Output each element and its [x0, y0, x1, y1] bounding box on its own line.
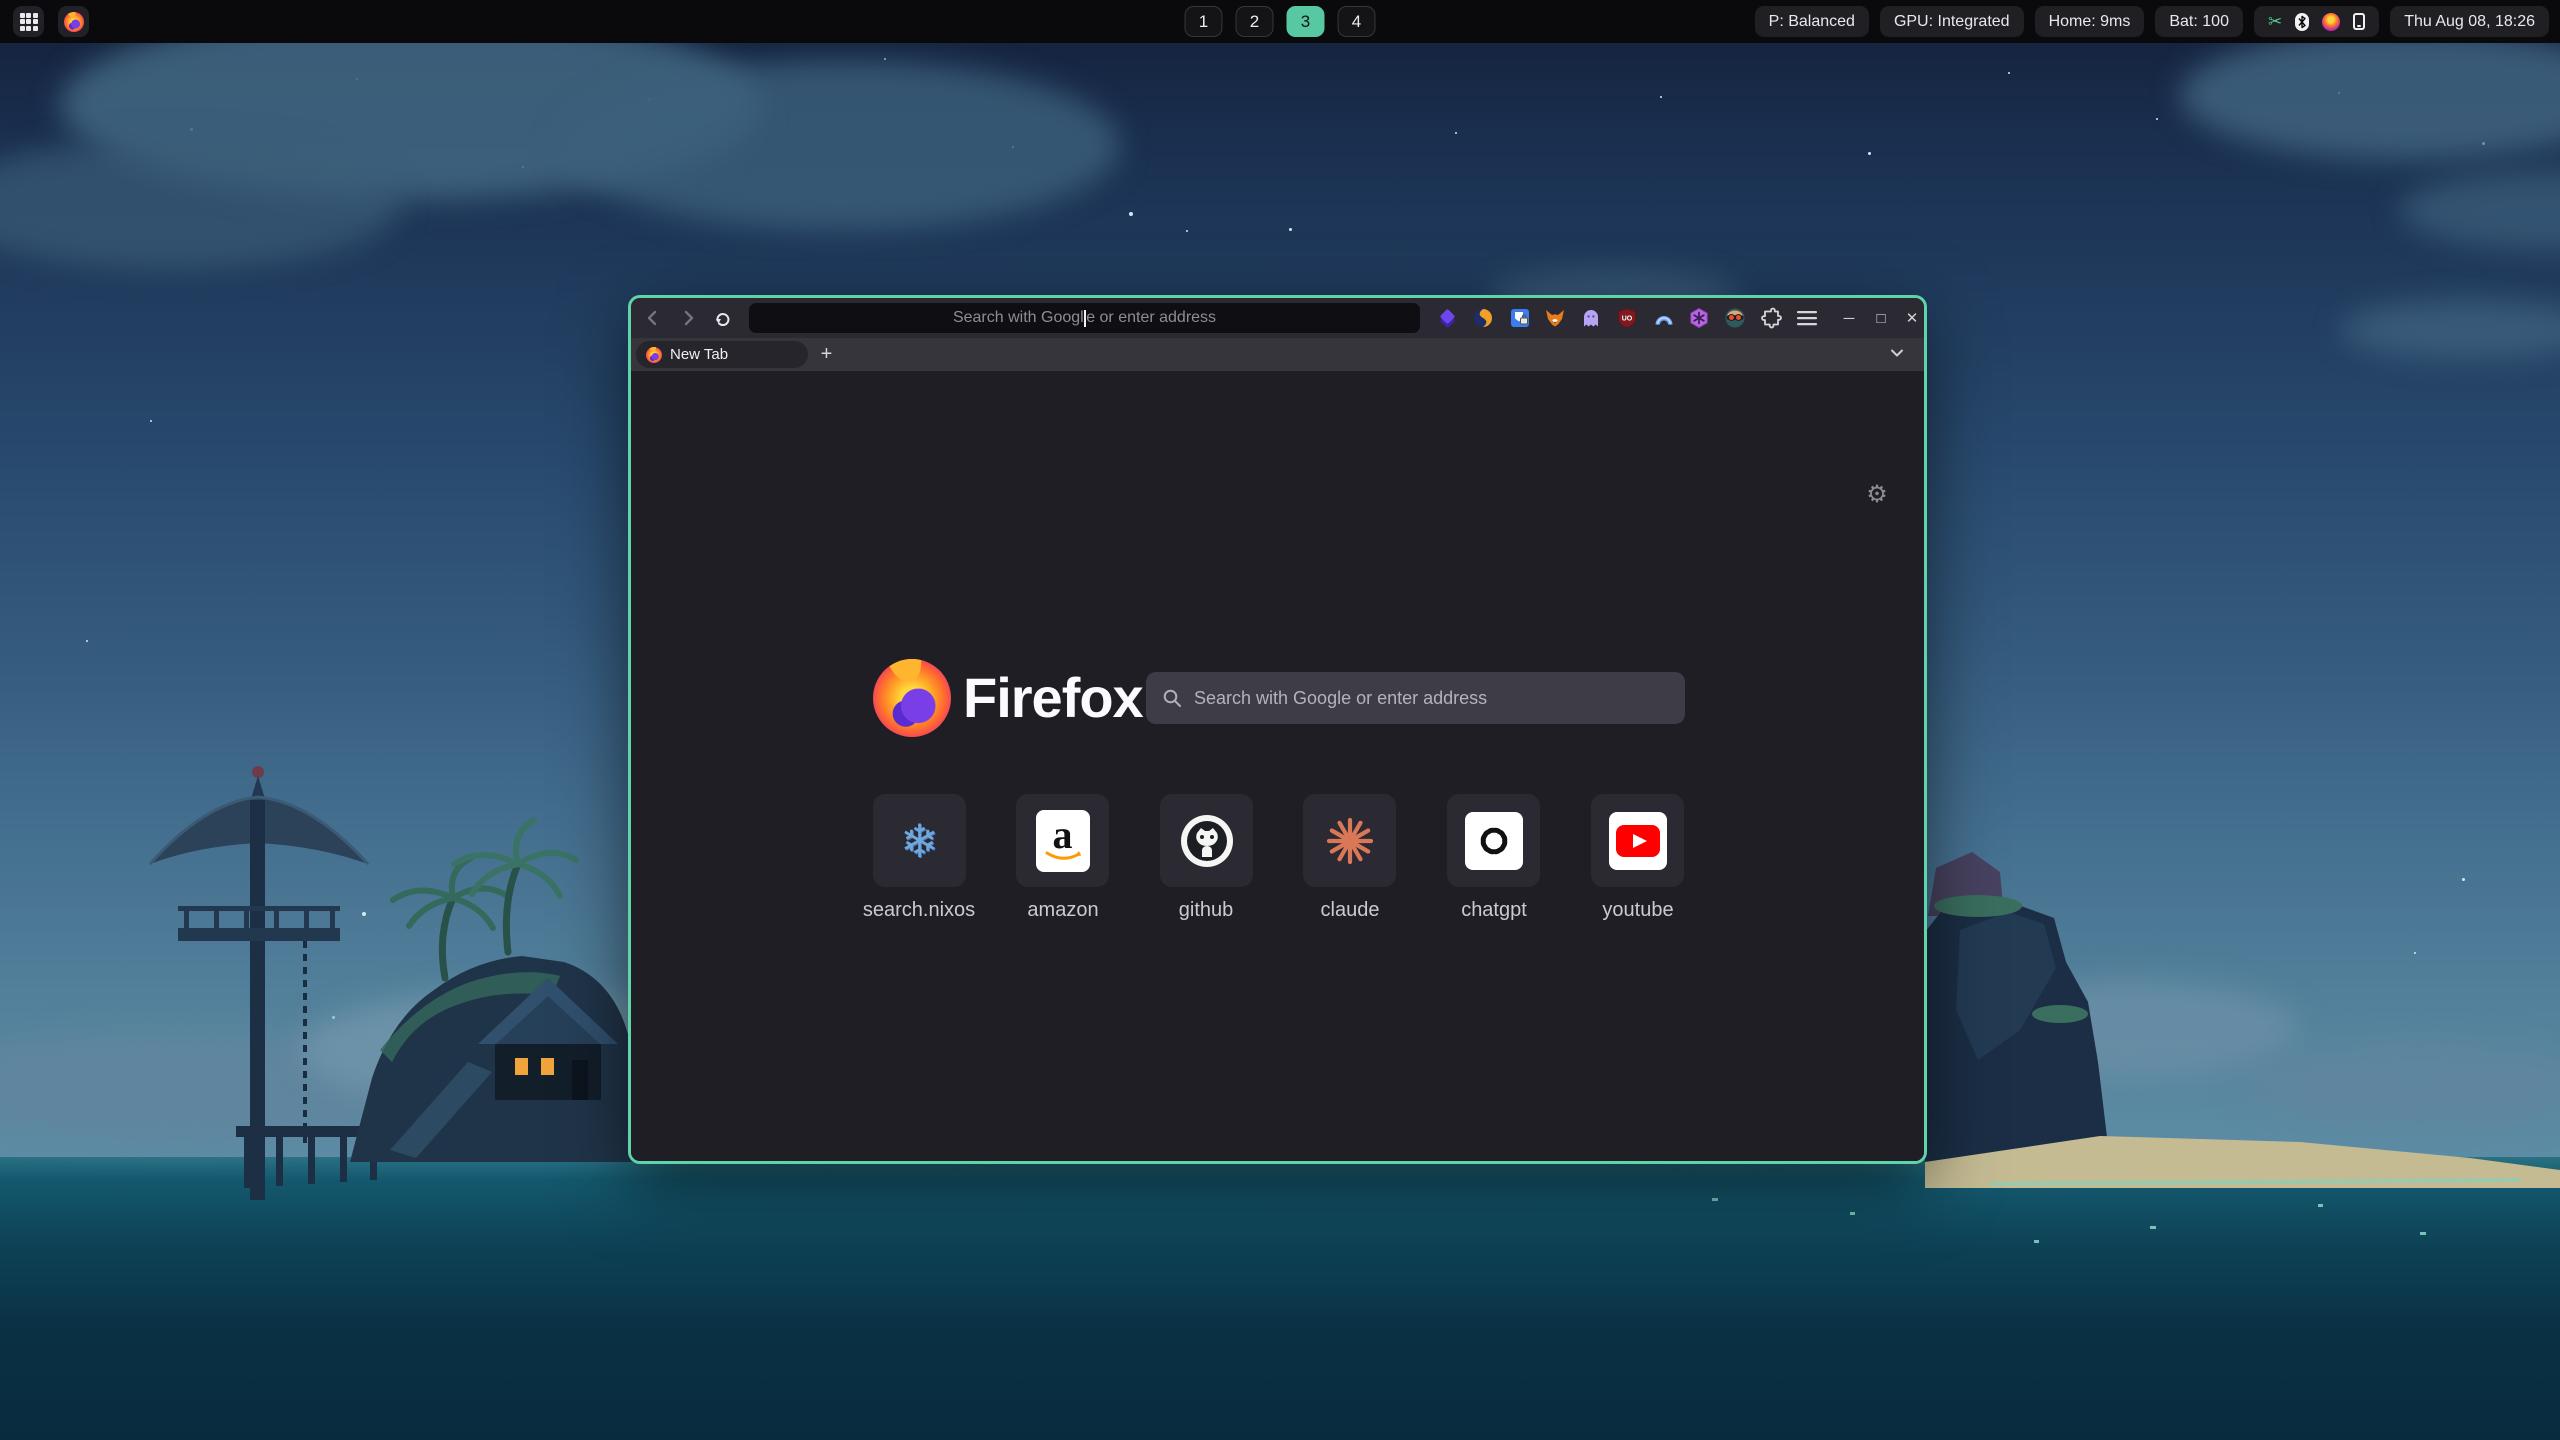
personalize-gear-icon[interactable]: ⚙: [1864, 481, 1890, 507]
amazon-logo-icon: a: [1036, 810, 1090, 872]
gpu-status[interactable]: GPU: Integrated: [1880, 6, 2024, 37]
firefox-icon: [64, 12, 84, 32]
brand-and-search-row: Firefox Search with Google or enter addr…: [631, 631, 1924, 789]
firefox-wordmark: Firefox: [963, 665, 1143, 730]
tab-new-tab[interactable]: New Tab: [636, 341, 808, 368]
puzzle-extensions-icon[interactable]: [1760, 307, 1782, 329]
close-button[interactable]: ✕: [1899, 306, 1925, 330]
apps-grid-icon: [20, 13, 38, 31]
topbar-right: P: Balanced GPU: Integrated Home: 9ms Ba…: [1755, 6, 2549, 37]
newtab-search-field[interactable]: Search with Google or enter address: [1146, 672, 1685, 724]
shortcut-youtube[interactable]: [1591, 794, 1684, 887]
shortcut-label: claude: [1275, 899, 1425, 922]
tab-bar: New Tab +: [631, 338, 1924, 371]
workspace-4-button[interactable]: 4: [1338, 6, 1376, 37]
workspace-1-button[interactable]: 1: [1185, 6, 1223, 37]
firefox-logo: [873, 659, 951, 737]
phone-icon[interactable]: [2353, 13, 2365, 30]
reload-icon[interactable]: [710, 306, 734, 330]
url-bar[interactable]: Search with Google or enter address: [749, 303, 1420, 333]
firefox-launcher-button[interactable]: [58, 6, 89, 37]
watchtower: [150, 766, 388, 1200]
shortcut-chatgpt[interactable]: [1447, 794, 1540, 887]
purple-hex-snowflake-icon[interactable]: [1688, 307, 1710, 329]
shortcut-label: chatgpt: [1419, 899, 1569, 922]
shortcut-amazon[interactable]: a: [1016, 794, 1109, 887]
shortcut-label: amazon: [988, 899, 1138, 922]
topbar-left: [13, 6, 89, 37]
battery-status[interactable]: Bat: 100: [2155, 6, 2243, 37]
maximize-button[interactable]: □: [1868, 306, 1894, 330]
red-shield-icon[interactable]: UO: [1616, 307, 1638, 329]
urlbar-placeholder-right: e or enter address: [1086, 309, 1216, 327]
clock[interactable]: Thu Aug 08, 18:26: [2390, 6, 2549, 37]
orange-swirl-icon[interactable]: [1472, 307, 1494, 329]
blue-arc-icon[interactable]: [1653, 307, 1675, 329]
search-icon: [1162, 688, 1182, 708]
workspace-2-button[interactable]: 2: [1236, 6, 1274, 37]
shortcut-claude[interactable]: [1303, 794, 1396, 887]
goggles-face-icon[interactable]: [1724, 307, 1746, 329]
shortcut-github[interactable]: [1160, 794, 1253, 887]
search-placeholder: Search with Google or enter address: [1194, 688, 1487, 709]
shield-lock-icon[interactable]: [1509, 307, 1531, 329]
firefox-window: Search with Google or enter address UO: [628, 295, 1927, 1164]
fox-icon[interactable]: [1544, 307, 1566, 329]
hamburger-menu-icon[interactable]: [1796, 307, 1818, 329]
purple-gem-icon[interactable]: [1437, 307, 1459, 329]
shortcut-search-nixos[interactable]: ❄: [873, 794, 966, 887]
flame-icon[interactable]: [2322, 13, 2340, 31]
firefox-tab-icon: [646, 347, 662, 363]
ghost-icon[interactable]: [1580, 307, 1602, 329]
bluetooth-icon[interactable]: [2295, 13, 2309, 31]
system-tray: ✂: [2254, 6, 2379, 37]
new-tab-button[interactable]: +: [813, 341, 840, 368]
workspace-3-button-active[interactable]: 3: [1287, 6, 1325, 37]
claude-starburst-icon: [1325, 816, 1375, 866]
browser-toolbar: Search with Google or enter address UO: [631, 298, 1924, 338]
top-status-bar: 1 2 3 4 P: Balanced GPU: Integrated Home…: [0, 0, 2560, 43]
minimize-button[interactable]: ─: [1836, 306, 1862, 330]
svg-text:UO: UO: [1622, 316, 1633, 323]
shortcut-label: github: [1131, 899, 1281, 922]
github-octocat-icon: [1179, 813, 1235, 869]
openai-knot-icon: [1465, 812, 1523, 870]
new-tab-page: ⚙ Firefox Search with Google or enter ad…: [631, 371, 1924, 1161]
power-profile-status[interactable]: P: Balanced: [1755, 6, 1869, 37]
list-all-tabs-chevron-icon[interactable]: [1888, 344, 1906, 367]
tab-title: New Tab: [670, 346, 728, 363]
shortcut-label: youtube: [1563, 899, 1713, 922]
back-icon[interactable]: [641, 306, 665, 330]
workspace-switcher: 1 2 3 4: [1185, 6, 1376, 37]
scissors-icon[interactable]: ✂: [2268, 13, 2282, 30]
urlbar-placeholder-left: Search with Googl: [953, 309, 1084, 327]
forward-icon[interactable]: [676, 306, 700, 330]
youtube-play-icon: [1609, 812, 1667, 870]
apps-grid-button[interactable]: [13, 6, 44, 37]
left-island: [350, 820, 644, 1162]
nixos-snowflake-icon: ❄: [900, 814, 939, 868]
shortcut-label: search.nixos: [844, 899, 994, 922]
ping-status[interactable]: Home: 9ms: [2035, 6, 2145, 37]
